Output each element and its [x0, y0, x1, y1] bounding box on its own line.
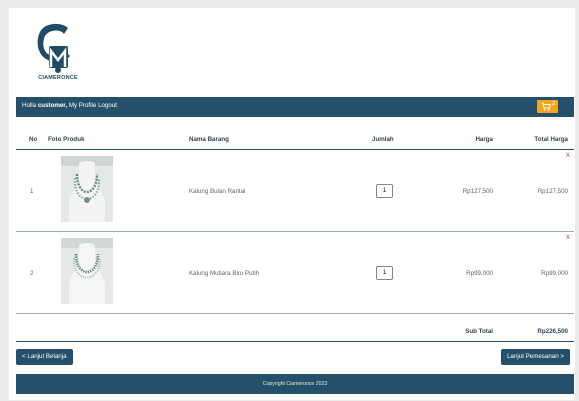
necklace-image-icon [61, 156, 113, 222]
my-profile-link[interactable]: My Profile [69, 102, 97, 109]
page: CIAMERONCE Holla customer, My Profile Lo… [9, 8, 575, 400]
cart-table-header: No Foto Produk Nama Barang Jumlah Harga … [16, 126, 574, 150]
brand-name: CIAMERONCE [38, 75, 78, 81]
row-number: 1 [30, 188, 34, 195]
cart-button[interactable]: 2 [537, 100, 558, 113]
brand-logo[interactable]: CIAMERONCE [31, 20, 85, 82]
top-navbar: Holla customer, My Profile Logout 2 [16, 97, 574, 117]
remove-item-button[interactable]: X [566, 234, 570, 241]
table-row: X 1 Kalung Bulan Rantai 1 Rp127,500 Rp12… [16, 150, 574, 232]
user-greeting: Holla customer, My Profile Logout [22, 102, 117, 109]
product-name: Kalung Bulan Rantai [189, 188, 246, 195]
logout-link[interactable]: Logout [98, 102, 117, 109]
row-number: 2 [30, 270, 34, 277]
product-price: Rp127,500 [462, 188, 493, 195]
ciameronce-logo-icon [37, 23, 70, 73]
header-no: No [29, 136, 38, 143]
header-qty: Jumlah [372, 136, 394, 143]
cart-icon [541, 102, 551, 111]
quantity-input[interactable]: 1 [376, 184, 393, 198]
remove-item-button[interactable]: X [566, 152, 570, 159]
subtotal-label: Sub Total [465, 328, 493, 335]
subtotal-value: Rp226,500 [537, 328, 568, 335]
row-total: Rp127,500 [537, 188, 568, 195]
product-photo [61, 156, 113, 222]
product-price: Rp99,000 [466, 270, 493, 277]
greeting-text: Holla [22, 102, 37, 109]
row-total: Rp99,000 [541, 270, 568, 277]
header-price: Harga [475, 136, 493, 143]
header-total: Total Harga [534, 136, 568, 143]
cart-count-badge: 2 [552, 101, 555, 107]
footer: Copyright Ciameronce 2023 [16, 374, 574, 394]
necklace-image-icon [61, 238, 113, 304]
subtotal-row: Sub Total Rp226,500 [16, 320, 574, 342]
copyright-text: Copyright Ciameronce 2023 [262, 381, 328, 387]
quantity-input[interactable]: 1 [376, 266, 393, 280]
header-photo: Foto Produk [48, 136, 85, 143]
table-row: X 2 Kalung Mutiara Biru Putih 1 Rp99,000… [16, 232, 574, 314]
continue-shopping-button[interactable]: < Lanjut Belanja [16, 349, 73, 365]
product-name: Kalung Mutiara Biru Putih [189, 270, 260, 277]
username: customer, [37, 102, 68, 109]
header-name: Nama Barang [189, 136, 229, 143]
product-photo [61, 238, 113, 304]
checkout-button[interactable]: Lanjut Pemesanan > [501, 349, 570, 365]
